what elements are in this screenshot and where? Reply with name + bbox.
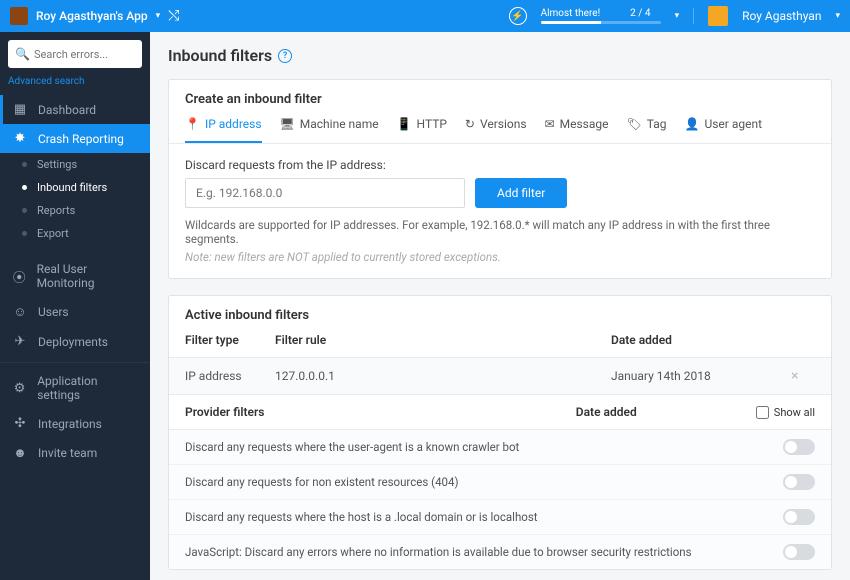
phone-icon: 📱 — [397, 117, 412, 131]
crash-icon: ✸ — [12, 131, 28, 146]
chevron-down-icon[interactable]: ▾ — [675, 11, 680, 21]
sidebar-sub-settings[interactable]: Settings — [0, 153, 150, 176]
sidebar-item-users[interactable]: ☺Users — [0, 297, 150, 327]
search-icon: 🔍 — [15, 47, 30, 61]
rocket-icon: ✈ — [12, 334, 28, 349]
shuffle-icon[interactable]: ⤭ — [168, 8, 179, 24]
active-filters-panel: Active inbound filters Filter type Filte… — [168, 295, 832, 570]
user-icon: 👤 — [685, 117, 700, 131]
pulse-icon: ⦿ — [12, 267, 27, 286]
sidebar-item-invite-team[interactable]: ☻Invite team — [0, 438, 150, 468]
app-logo[interactable] — [10, 7, 28, 25]
progress-count: 2 / 4 — [630, 8, 650, 19]
note-hint: Note: new filters are NOT applied to cur… — [185, 250, 815, 264]
delete-button[interactable]: × — [791, 368, 798, 384]
show-all-toggle[interactable]: Show all — [756, 406, 815, 419]
provider-row: Discard any requests where the user-agen… — [169, 430, 831, 465]
cell-type: IP address — [185, 369, 275, 383]
cell-rule: 127.0.0.0.1 — [275, 369, 611, 383]
toggle-switch[interactable] — [783, 474, 815, 490]
col-date-added: Date added — [611, 333, 791, 347]
help-icon[interactable]: ? — [278, 49, 292, 63]
gear-icon: ⚙ — [12, 381, 27, 396]
tab-http[interactable]: 📱HTTP — [397, 117, 447, 143]
user-name[interactable]: Roy Agasthyan — [742, 9, 821, 23]
add-filter-button[interactable]: Add filter — [475, 178, 567, 208]
toggle-switch[interactable] — [783, 544, 815, 560]
app-name[interactable]: Roy Agasthyan's App — [36, 9, 148, 23]
wildcard-hint: Wildcards are supported for IP addresses… — [185, 218, 815, 246]
divider — [693, 8, 694, 24]
show-all-checkbox[interactable] — [756, 406, 769, 419]
sidebar-sub-export[interactable]: Export — [0, 222, 150, 245]
page-title: Inbound filters ? — [168, 46, 832, 65]
sidebar-sub-inbound-filters[interactable]: Inbound filters — [0, 176, 150, 199]
toggle-switch[interactable] — [783, 509, 815, 525]
tab-versions[interactable]: ↻Versions — [465, 117, 527, 143]
monitor-icon: 🖥 — [280, 117, 295, 131]
chevron-down-icon[interactable]: ▾ — [835, 11, 840, 21]
panel-header: Create an inbound filter — [169, 80, 831, 107]
refresh-icon: ↻ — [465, 117, 475, 131]
sidebar-item-dashboard[interactable]: ▦Dashboard — [0, 95, 150, 124]
panel-header: Active inbound filters — [169, 296, 831, 323]
puzzle-icon: ✣ — [12, 416, 28, 431]
provider-filters-header: Provider filters — [185, 405, 576, 419]
ip-address-input[interactable] — [185, 178, 465, 208]
tab-user-agent[interactable]: 👤User agent — [685, 117, 763, 143]
provider-row: Discard any requests where the host is a… — [169, 500, 831, 535]
avatar[interactable] — [708, 6, 728, 26]
field-label: Discard requests from the IP address: — [185, 158, 815, 172]
col-filter-rule: Filter rule — [275, 333, 611, 347]
chevron-down-icon[interactable]: ▾ — [156, 11, 161, 21]
sidebar-item-integrations[interactable]: ✣Integrations — [0, 409, 150, 438]
sidebar-item-app-settings[interactable]: ⚙Application settings — [0, 367, 150, 409]
cell-date: January 14th 2018 — [611, 369, 791, 383]
tab-tag[interactable]: 🏷Tag — [627, 117, 667, 143]
sidebar-sub-reports[interactable]: Reports — [0, 199, 150, 222]
advanced-search-link[interactable]: Advanced search — [0, 76, 150, 95]
tab-message[interactable]: ✉Message — [545, 117, 609, 143]
col-filter-type: Filter type — [185, 333, 275, 347]
toggle-switch[interactable] — [783, 439, 815, 455]
bolt-icon[interactable]: ⚡ — [509, 7, 527, 25]
col-date-added: Date added — [576, 405, 756, 419]
message-icon: ✉ — [545, 117, 555, 131]
sidebar-item-crash-reporting[interactable]: ✸Crash Reporting — [0, 124, 150, 153]
progress-label: Almost there! — [541, 8, 601, 19]
create-filter-panel: Create an inbound filter 📍IP address 🖥Ma… — [168, 79, 832, 279]
table-row: IP address 127.0.0.0.1 January 14th 2018… — [169, 358, 831, 395]
sidebar-item-rum[interactable]: ⦿Real User Monitoring — [0, 255, 150, 297]
tag-icon: 🏷 — [627, 117, 642, 131]
tab-machine-name[interactable]: 🖥Machine name — [280, 117, 379, 143]
tab-ip-address[interactable]: 📍IP address — [185, 117, 262, 143]
add-user-icon: ☻ — [12, 445, 28, 461]
pin-icon: 📍 — [185, 117, 200, 131]
onboarding-progress[interactable]: Almost there! 2 / 4 — [541, 8, 661, 24]
dashboard-icon: ▦ — [12, 102, 28, 117]
provider-row: Discard any requests for non existent re… — [169, 465, 831, 500]
provider-row: JavaScript: Discard any errors where no … — [169, 535, 831, 569]
sidebar-item-deployments[interactable]: ✈Deployments — [0, 327, 150, 356]
users-icon: ☺ — [12, 304, 28, 320]
